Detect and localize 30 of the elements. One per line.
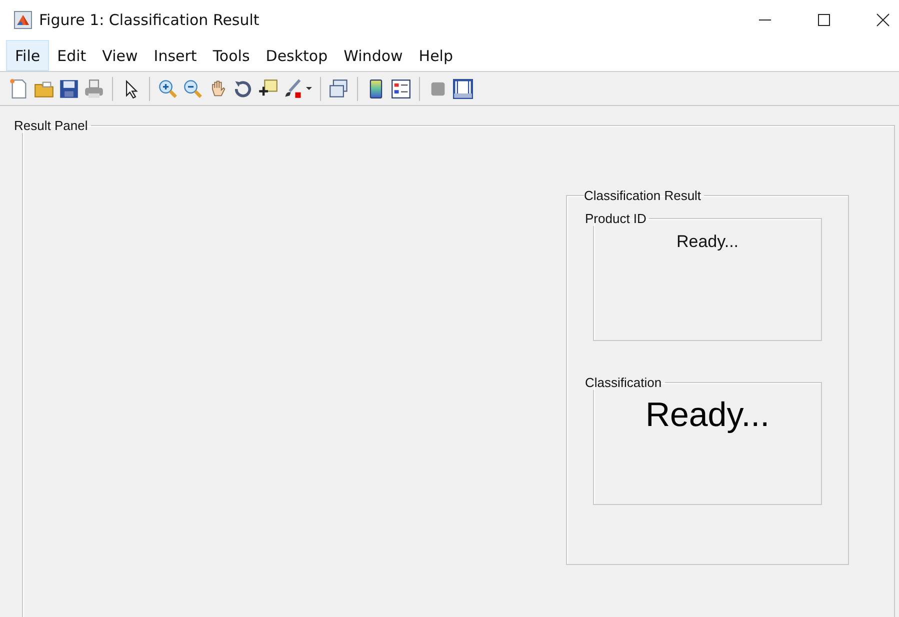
data-tip-icon[interactable] (258, 78, 278, 98)
menu-item[interactable]: Help (410, 40, 461, 71)
printer-icon[interactable] (84, 78, 104, 98)
box-title: Classification (585, 375, 663, 390)
box-title: Product ID (585, 211, 648, 226)
app-logo-icon (14, 11, 32, 29)
menu-item[interactable]: Edit (49, 40, 94, 71)
menu-item[interactable]: Window (336, 40, 411, 71)
menu-item[interactable]: Insert (146, 40, 205, 71)
linked-windows-icon[interactable] (329, 78, 349, 98)
maximize-icon[interactable] (817, 13, 831, 27)
zoom-out-icon[interactable] (183, 78, 203, 98)
menu-item[interactable]: Tools (204, 40, 258, 71)
window-title: Figure 1: Classification Result (39, 11, 260, 29)
zoom-in-icon[interactable] (158, 78, 178, 98)
new-file-icon[interactable] (9, 78, 29, 98)
panel-title: Classification Result (584, 188, 702, 203)
rotate-icon[interactable] (233, 78, 253, 98)
menu-item[interactable]: View (94, 40, 146, 71)
close-icon[interactable] (876, 13, 890, 27)
save-icon[interactable] (59, 78, 79, 98)
menu-item[interactable]: Desktop (258, 40, 336, 71)
menu-item[interactable]: File (6, 40, 50, 71)
result-text: Ready... (676, 232, 739, 252)
result-text: Ready... (645, 396, 770, 435)
legend-icon[interactable] (391, 78, 411, 98)
caret-icon[interactable] (306, 86, 312, 90)
panel-title: Result Panel (14, 118, 89, 133)
window-icon[interactable] (453, 78, 473, 98)
brush-icon[interactable] (283, 78, 303, 98)
